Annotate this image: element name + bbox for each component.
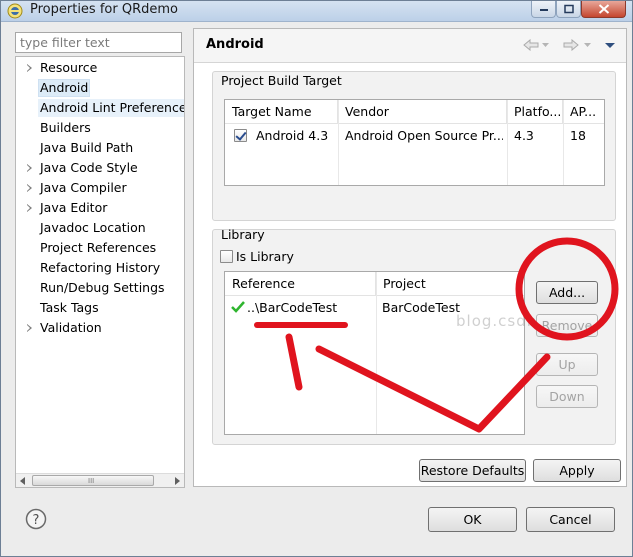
scrollbar-thumb[interactable]: III bbox=[32, 475, 154, 486]
tree-item-label: Android bbox=[38, 79, 91, 97]
tree-item-label: Java Editor bbox=[40, 200, 108, 215]
help-icon[interactable]: ? bbox=[25, 508, 47, 530]
apply-button[interactable]: Apply bbox=[533, 459, 621, 482]
table-row[interactable]: Android 4.3 Android Open Source Pr... 4.… bbox=[225, 125, 604, 147]
target-checkbox[interactable] bbox=[234, 129, 247, 142]
close-button[interactable] bbox=[581, 1, 626, 18]
tree-item-label: Refactoring History bbox=[40, 260, 161, 275]
horizontal-scrollbar[interactable]: III bbox=[16, 473, 184, 487]
add-library-button[interactable]: Add... bbox=[536, 281, 598, 304]
minimize-icon bbox=[539, 9, 548, 11]
tree-item-label: Validation bbox=[40, 320, 102, 335]
column-header-reference[interactable]: Reference bbox=[225, 272, 376, 296]
target-name-cell: Android 4.3 bbox=[256, 128, 329, 143]
property-page: Android Project Build Target Target Name… bbox=[193, 28, 627, 487]
expand-arrow-icon[interactable] bbox=[27, 184, 32, 192]
back-menu-chevron-icon[interactable] bbox=[542, 39, 550, 51]
tree-item-java-editor[interactable]: Java Editor bbox=[16, 199, 184, 217]
expand-arrow-icon[interactable] bbox=[27, 204, 32, 212]
tree-item-label: Java Code Style bbox=[40, 160, 138, 175]
scroll-left-icon[interactable] bbox=[20, 477, 25, 485]
cancel-button[interactable]: Cancel bbox=[526, 507, 615, 532]
api-cell: 18 bbox=[570, 128, 586, 143]
svg-text:?: ? bbox=[33, 513, 40, 528]
tree-item-refactoring-history[interactable]: Refactoring History bbox=[16, 259, 184, 277]
expand-arrow-icon[interactable] bbox=[27, 324, 32, 332]
tree-item-label: Builders bbox=[40, 120, 91, 135]
window-title: Properties for QRdemo bbox=[30, 2, 178, 17]
filter-input[interactable] bbox=[15, 32, 182, 53]
vendor-cell: Android Open Source Pr... bbox=[345, 128, 503, 143]
tree-item-run-debug-settings[interactable]: Run/Debug Settings bbox=[16, 279, 184, 297]
preference-tree: Resource Android Android Lint Preference… bbox=[15, 56, 185, 488]
library-group-title: Library bbox=[221, 227, 265, 242]
column-header-project[interactable]: Project bbox=[376, 272, 524, 296]
forward-menu-chevron-icon[interactable] bbox=[584, 39, 592, 51]
tree-item-label: Resource bbox=[40, 60, 98, 75]
tree-item-project-references[interactable]: Project References bbox=[16, 239, 184, 257]
tree-item-android[interactable]: Android bbox=[16, 79, 184, 97]
scroll-right-icon[interactable] bbox=[175, 477, 180, 485]
is-library-option[interactable]: Is Library bbox=[220, 248, 310, 266]
forward-arrow-icon[interactable] bbox=[563, 39, 579, 51]
column-header-vendor[interactable]: Vendor bbox=[338, 100, 507, 124]
scroll-grip: III bbox=[88, 477, 95, 485]
check-ok-icon bbox=[231, 301, 245, 313]
tree-item-label: Project References bbox=[40, 240, 157, 255]
page-title: Android bbox=[206, 37, 264, 52]
tree-item-label: Run/Debug Settings bbox=[40, 280, 165, 295]
build-target-table[interactable]: Target Name Vendor Platfo... AP... Andro… bbox=[224, 99, 605, 186]
project-cell: BarCodeTest bbox=[382, 300, 460, 315]
remove-library-button[interactable]: Remove bbox=[536, 314, 598, 337]
build-target-group-title: Project Build Target bbox=[221, 73, 342, 88]
move-down-button[interactable]: Down bbox=[536, 385, 598, 408]
restore-defaults-button[interactable]: Restore Defaults bbox=[419, 459, 526, 482]
maximize-button[interactable] bbox=[556, 1, 581, 18]
tree-item-task-tags[interactable]: Task Tags bbox=[16, 299, 184, 317]
close-icon bbox=[598, 4, 609, 14]
tree-item-java-compiler[interactable]: Java Compiler bbox=[16, 179, 184, 197]
maximize-icon bbox=[563, 4, 574, 14]
is-library-label: Is Library bbox=[236, 249, 294, 264]
tree-item-android-lint-preferences[interactable]: Android Lint Preferences bbox=[16, 99, 184, 117]
tree-item-javadoc-location[interactable]: Javadoc Location bbox=[16, 219, 184, 237]
platform-cell: 4.3 bbox=[514, 128, 534, 143]
library-table[interactable]: Reference Project ..\BarCodeTest BarCode… bbox=[224, 271, 525, 435]
tree-item-java-build-path[interactable]: Java Build Path bbox=[16, 139, 184, 157]
eclipse-app-icon bbox=[7, 3, 23, 19]
tree-item-label: Android Lint Preferences bbox=[38, 99, 184, 117]
column-header-platform[interactable]: Platfo... bbox=[507, 100, 563, 124]
title-bar[interactable]: Properties for QRdemo bbox=[1, 1, 632, 22]
ok-button[interactable]: OK bbox=[428, 507, 517, 532]
tree-item-builders[interactable]: Builders bbox=[16, 119, 184, 137]
tree-item-validation[interactable]: Validation bbox=[16, 319, 184, 337]
tree-item-java-code-style[interactable]: Java Code Style bbox=[16, 159, 184, 177]
properties-dialog: Properties for QRdemo Resource Android A… bbox=[0, 0, 633, 557]
back-arrow-icon[interactable] bbox=[523, 39, 539, 51]
tree-item-label: Java Compiler bbox=[40, 180, 127, 195]
view-menu-icon[interactable] bbox=[604, 39, 616, 51]
tree-item-label: Java Build Path bbox=[40, 140, 134, 155]
expand-arrow-icon[interactable] bbox=[27, 164, 32, 172]
column-header-target-name[interactable]: Target Name bbox=[225, 100, 338, 124]
tree-item-resource[interactable]: Resource bbox=[16, 59, 184, 77]
move-up-button[interactable]: Up bbox=[536, 353, 598, 376]
expand-arrow-icon[interactable] bbox=[27, 64, 32, 72]
page-header: Android bbox=[194, 29, 626, 63]
tree-item-label: Task Tags bbox=[40, 300, 99, 315]
column-header-api[interactable]: AP... bbox=[563, 100, 604, 124]
minimize-button[interactable] bbox=[531, 1, 556, 18]
is-library-checkbox[interactable] bbox=[220, 250, 233, 263]
tree-item-label: Javadoc Location bbox=[40, 220, 146, 235]
reference-cell: ..\BarCodeTest bbox=[247, 300, 338, 315]
